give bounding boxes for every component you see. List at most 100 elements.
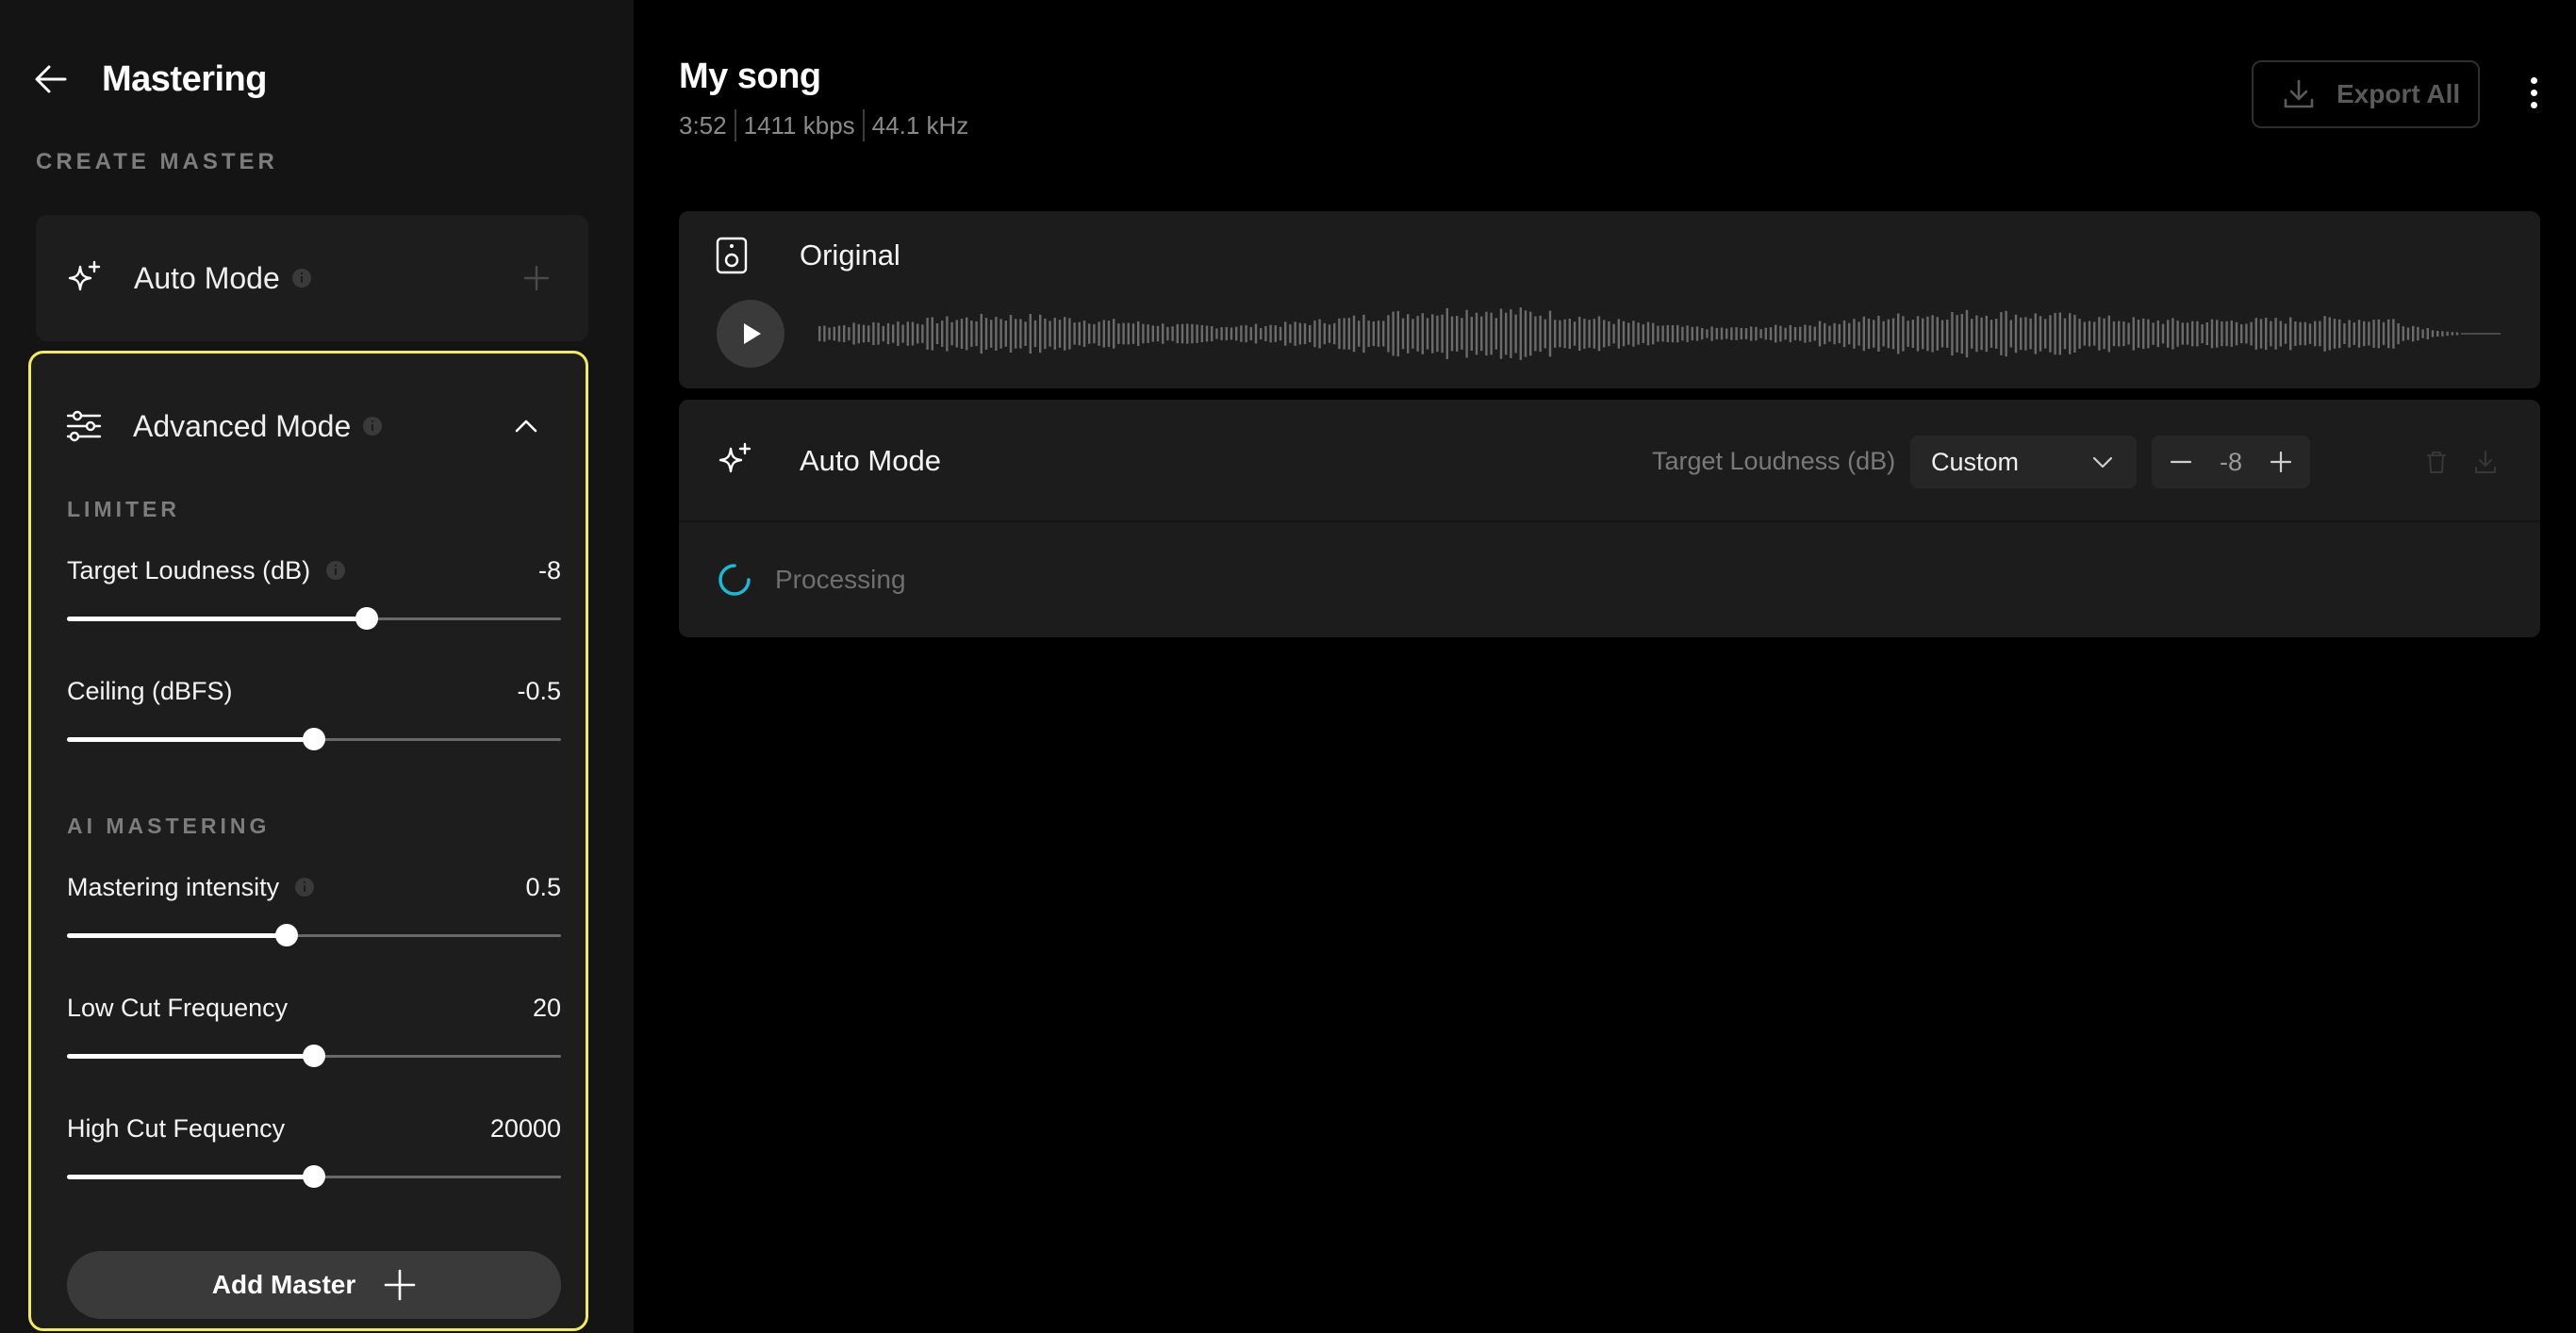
waveform-bar xyxy=(1775,324,1777,343)
waveform-bar xyxy=(1652,322,1655,345)
waveform-bar xyxy=(2000,312,2003,355)
waveform-bar xyxy=(2147,319,2150,349)
waveform-bar xyxy=(1196,324,1198,343)
waveform-bar xyxy=(1750,326,1753,341)
more-options-button[interactable] xyxy=(2519,72,2548,113)
delete-icon[interactable] xyxy=(2423,449,2450,475)
waveform-bar xyxy=(1416,316,1419,352)
waveform-bar xyxy=(2221,321,2223,347)
waveform-bar xyxy=(2181,322,2184,345)
play-button[interactable] xyxy=(717,300,784,368)
waveform-bar xyxy=(1597,316,1601,352)
slider-track[interactable] xyxy=(67,1160,561,1193)
waveform-bar xyxy=(2363,321,2366,347)
waveform-bar xyxy=(1029,314,1032,354)
waveform-bar xyxy=(931,317,933,351)
waveform-bar xyxy=(823,325,826,342)
waveform-bar xyxy=(2156,321,2159,348)
waveform-bar xyxy=(1637,322,1640,345)
waveform-bar xyxy=(1691,326,1693,341)
waveform-bar xyxy=(1088,323,1091,344)
waveform-bar xyxy=(1529,311,1532,356)
waveform-bar xyxy=(2167,320,2170,348)
waveform-bar xyxy=(966,317,968,351)
waveform-bar xyxy=(1514,314,1517,354)
waveform-bar xyxy=(1936,317,1939,351)
export-all-button[interactable]: Export All xyxy=(2252,60,2480,128)
slider-track[interactable] xyxy=(67,723,561,755)
waveform-bar xyxy=(1554,320,1557,348)
waveform-bar xyxy=(2265,318,2268,351)
processing-label: Processing xyxy=(775,565,906,594)
waveform-bar xyxy=(2372,320,2375,348)
info-icon[interactable] xyxy=(294,877,315,897)
original-title: Original xyxy=(800,239,900,272)
waveform-bar xyxy=(1039,314,1042,354)
info-icon[interactable] xyxy=(325,560,346,581)
advanced-mode-header[interactable]: Advanced Mode xyxy=(65,403,552,450)
auto-mode-card[interactable]: Auto Mode xyxy=(36,215,588,341)
waveform-bar xyxy=(2103,318,2105,350)
info-icon[interactable] xyxy=(291,268,312,288)
waveform[interactable] xyxy=(818,300,2501,368)
waveform-bar xyxy=(1445,307,1448,360)
waveform-bar xyxy=(1044,319,1047,350)
waveform-bar xyxy=(1499,308,1503,359)
waveform-bar xyxy=(1068,318,1071,350)
waveform-bar xyxy=(1249,327,1252,340)
slider-track[interactable] xyxy=(67,602,561,634)
waveform-bar xyxy=(1162,323,1164,344)
waveform-bar xyxy=(1279,326,1282,341)
auto-mode-panel-header: Auto Mode Target Loudness (dB) Custom -8 xyxy=(679,400,2540,522)
download-icon[interactable] xyxy=(2472,449,2499,475)
waveform-bar xyxy=(2216,320,2219,348)
slider-label: Mastering intensity xyxy=(67,872,280,901)
waveform-bar xyxy=(2191,321,2194,347)
chevron-up-icon[interactable] xyxy=(512,412,540,440)
waveform-bar xyxy=(2319,321,2321,347)
waveform-bar xyxy=(852,322,855,345)
increment-button[interactable] xyxy=(2267,448,2295,476)
waveform-bar xyxy=(1200,324,1203,342)
waveform-bar xyxy=(1407,314,1410,354)
waveform-bar xyxy=(1347,318,1350,350)
slider-track[interactable] xyxy=(67,919,561,951)
waveform-bar xyxy=(2392,319,2395,349)
export-all-label: Export All xyxy=(2337,79,2461,108)
waveform-bar xyxy=(1396,310,1399,357)
waveform-bar xyxy=(2205,322,2208,346)
waveform-bar xyxy=(2259,319,2263,349)
waveform-bar xyxy=(1995,319,1998,349)
waveform-bar xyxy=(1676,324,1679,343)
waveform-bar xyxy=(1176,323,1179,344)
waveform-bar xyxy=(950,321,953,346)
slider-thumb[interactable] xyxy=(275,924,299,946)
waveform-bar xyxy=(1544,319,1546,349)
slider-thumb[interactable] xyxy=(303,1165,325,1188)
back-button[interactable] xyxy=(34,62,68,96)
waveform-bar xyxy=(1661,325,1664,342)
waveform-bar xyxy=(1642,324,1644,343)
waveform-bar xyxy=(1431,314,1434,354)
waveform-bar xyxy=(1740,328,1742,339)
loudness-preset-select[interactable]: Custom xyxy=(1910,436,2137,488)
add-auto-mode-button[interactable] xyxy=(522,264,551,292)
waveform-bar xyxy=(906,321,909,346)
info-icon[interactable] xyxy=(362,416,383,436)
waveform-bar xyxy=(2127,322,2130,345)
slider-track[interactable] xyxy=(67,1040,561,1072)
waveform-bar xyxy=(2225,321,2228,347)
waveform-bar xyxy=(1568,319,1571,349)
waveform-bar xyxy=(2294,321,2297,346)
waveform-bar xyxy=(1612,323,1615,344)
target-loudness-slider: Target Loudness (dB) -8 xyxy=(67,553,561,634)
waveform-bar xyxy=(867,325,870,342)
slider-thumb[interactable] xyxy=(303,728,325,750)
decrement-button[interactable] xyxy=(2167,448,2195,476)
waveform-bar xyxy=(1951,312,1954,356)
slider-thumb[interactable] xyxy=(303,1045,325,1067)
waveform-bar xyxy=(2455,332,2459,336)
add-master-button[interactable]: Add Master xyxy=(67,1251,561,1319)
waveform-bar xyxy=(1142,323,1145,344)
slider-thumb[interactable] xyxy=(355,607,379,630)
